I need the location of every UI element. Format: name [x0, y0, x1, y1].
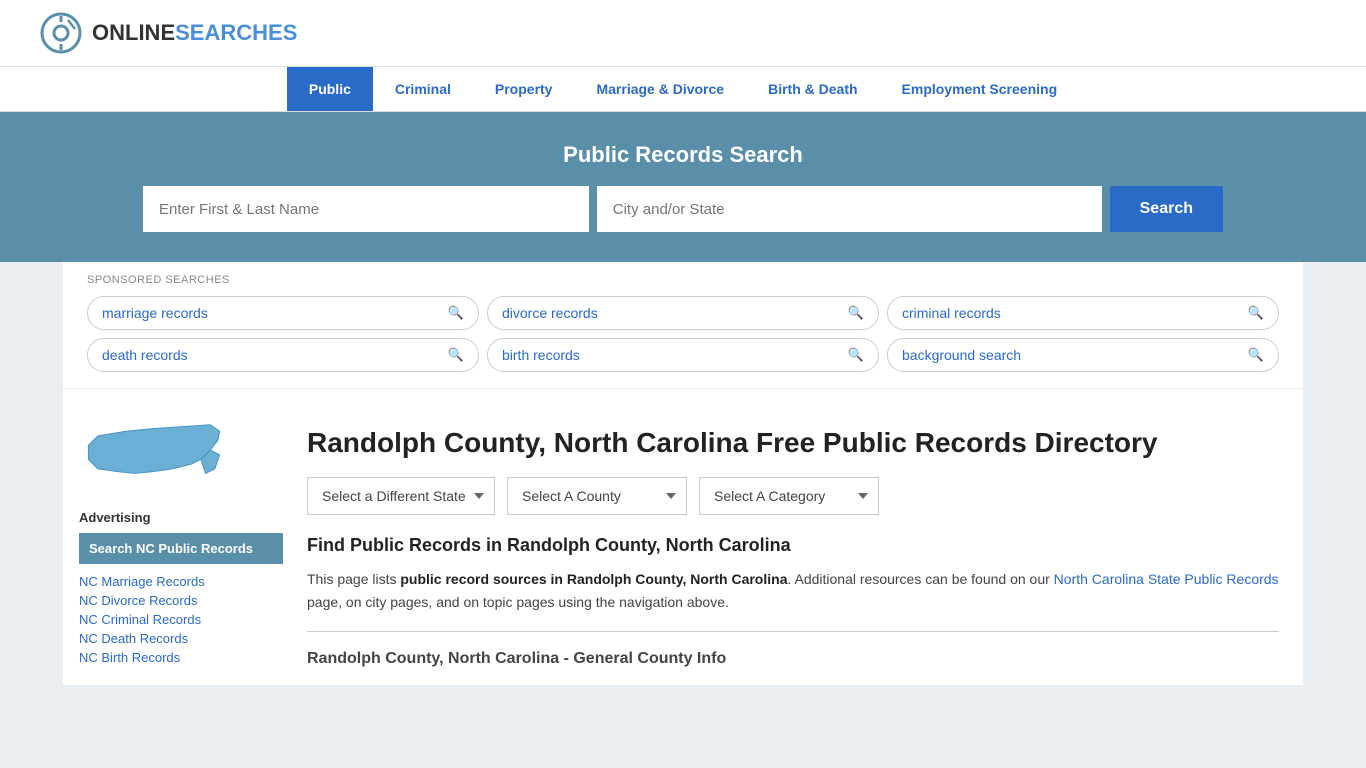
find-text: This page lists public record sources in…	[307, 568, 1279, 613]
sponsored-label: SPONSORED SEARCHES	[87, 274, 1279, 286]
section-divider	[307, 631, 1279, 632]
pill-death-records[interactable]: death records 🔍	[87, 338, 479, 372]
pill-divorce-records[interactable]: divorce records 🔍	[487, 296, 879, 330]
search-button[interactable]: Search	[1110, 186, 1223, 232]
pill-label: birth records	[502, 347, 580, 363]
pill-label: death records	[102, 347, 188, 363]
search-icon: 🔍	[848, 305, 864, 321]
pill-birth-records[interactable]: birth records 🔍	[487, 338, 879, 372]
pill-label: marriage records	[102, 305, 208, 321]
county-dropdown[interactable]: Select A County	[507, 477, 687, 515]
category-dropdown[interactable]: Select A Category	[699, 477, 879, 515]
search-icon: 🔍	[448, 305, 464, 321]
search-icon: 🔍	[448, 347, 464, 363]
nav-property[interactable]: Property	[473, 67, 575, 111]
sidebar-link-criminal[interactable]: NC Criminal Records	[79, 612, 283, 627]
search-icon: 🔍	[848, 347, 864, 363]
nav-employment[interactable]: Employment Screening	[880, 67, 1080, 111]
banner-title: Public Records Search	[40, 142, 1326, 168]
find-heading: Find Public Records in Randolph County, …	[307, 535, 1279, 556]
header: ONLINESEARCHES	[0, 0, 1366, 67]
state-dropdown[interactable]: Select a Different State	[307, 477, 495, 515]
sidebar-link-birth[interactable]: NC Birth Records	[79, 650, 283, 665]
search-form: Search	[143, 186, 1223, 232]
pill-criminal-records[interactable]: criminal records 🔍	[887, 296, 1279, 330]
logo-text: ONLINESEARCHES	[92, 20, 297, 46]
nav-marriage-divorce[interactable]: Marriage & Divorce	[574, 67, 746, 111]
nav-birth-death[interactable]: Birth & Death	[746, 67, 879, 111]
sidebar-link-marriage[interactable]: NC Marriage Records	[79, 574, 283, 589]
name-input[interactable]	[143, 186, 589, 232]
nav-criminal[interactable]: Criminal	[373, 67, 473, 111]
sidebar-link-death[interactable]: NC Death Records	[79, 631, 283, 646]
sponsored-section: SPONSORED SEARCHES marriage records 🔍 di…	[63, 262, 1303, 389]
content-area: Advertising Search NC Public Records NC …	[63, 389, 1303, 685]
logo: ONLINESEARCHES	[40, 12, 297, 54]
main-nav: Public Criminal Property Marriage & Divo…	[0, 67, 1366, 112]
nav-public[interactable]: Public	[287, 67, 373, 111]
main-content: SPONSORED SEARCHES marriage records 🔍 di…	[63, 262, 1303, 685]
sidebar-link-divorce[interactable]: NC Divorce Records	[79, 593, 283, 608]
search-icon: 🔍	[1248, 347, 1264, 363]
pill-label: criminal records	[902, 305, 1001, 321]
search-banner: Public Records Search Search	[0, 112, 1366, 262]
pill-grid: marriage records 🔍 divorce records 🔍 cri…	[87, 296, 1279, 372]
right-content: Randolph County, North Carolina Free Pub…	[283, 389, 1303, 685]
page-title-section: Randolph County, North Carolina Free Pub…	[307, 405, 1279, 477]
nc-map	[79, 405, 229, 495]
dropdown-row: Select a Different State Select A County…	[307, 477, 1279, 515]
pill-label: divorce records	[502, 305, 598, 321]
nc-public-records-link[interactable]: North Carolina State Public Records	[1054, 571, 1279, 587]
pill-background-search[interactable]: background search 🔍	[887, 338, 1279, 372]
general-info-heading: Randolph County, North Carolina - Genera…	[307, 650, 1279, 668]
pill-marriage-records[interactable]: marriage records 🔍	[87, 296, 479, 330]
advertising-label: Advertising	[79, 510, 283, 525]
location-input[interactable]	[597, 186, 1102, 232]
logo-icon	[40, 12, 82, 54]
search-icon: 🔍	[1248, 305, 1264, 321]
state-map-container	[79, 405, 283, 498]
page-title: Randolph County, North Carolina Free Pub…	[307, 425, 1158, 461]
ad-box[interactable]: Search NC Public Records	[79, 533, 283, 564]
sidebar: Advertising Search NC Public Records NC …	[63, 389, 283, 685]
pill-label: background search	[902, 347, 1021, 363]
